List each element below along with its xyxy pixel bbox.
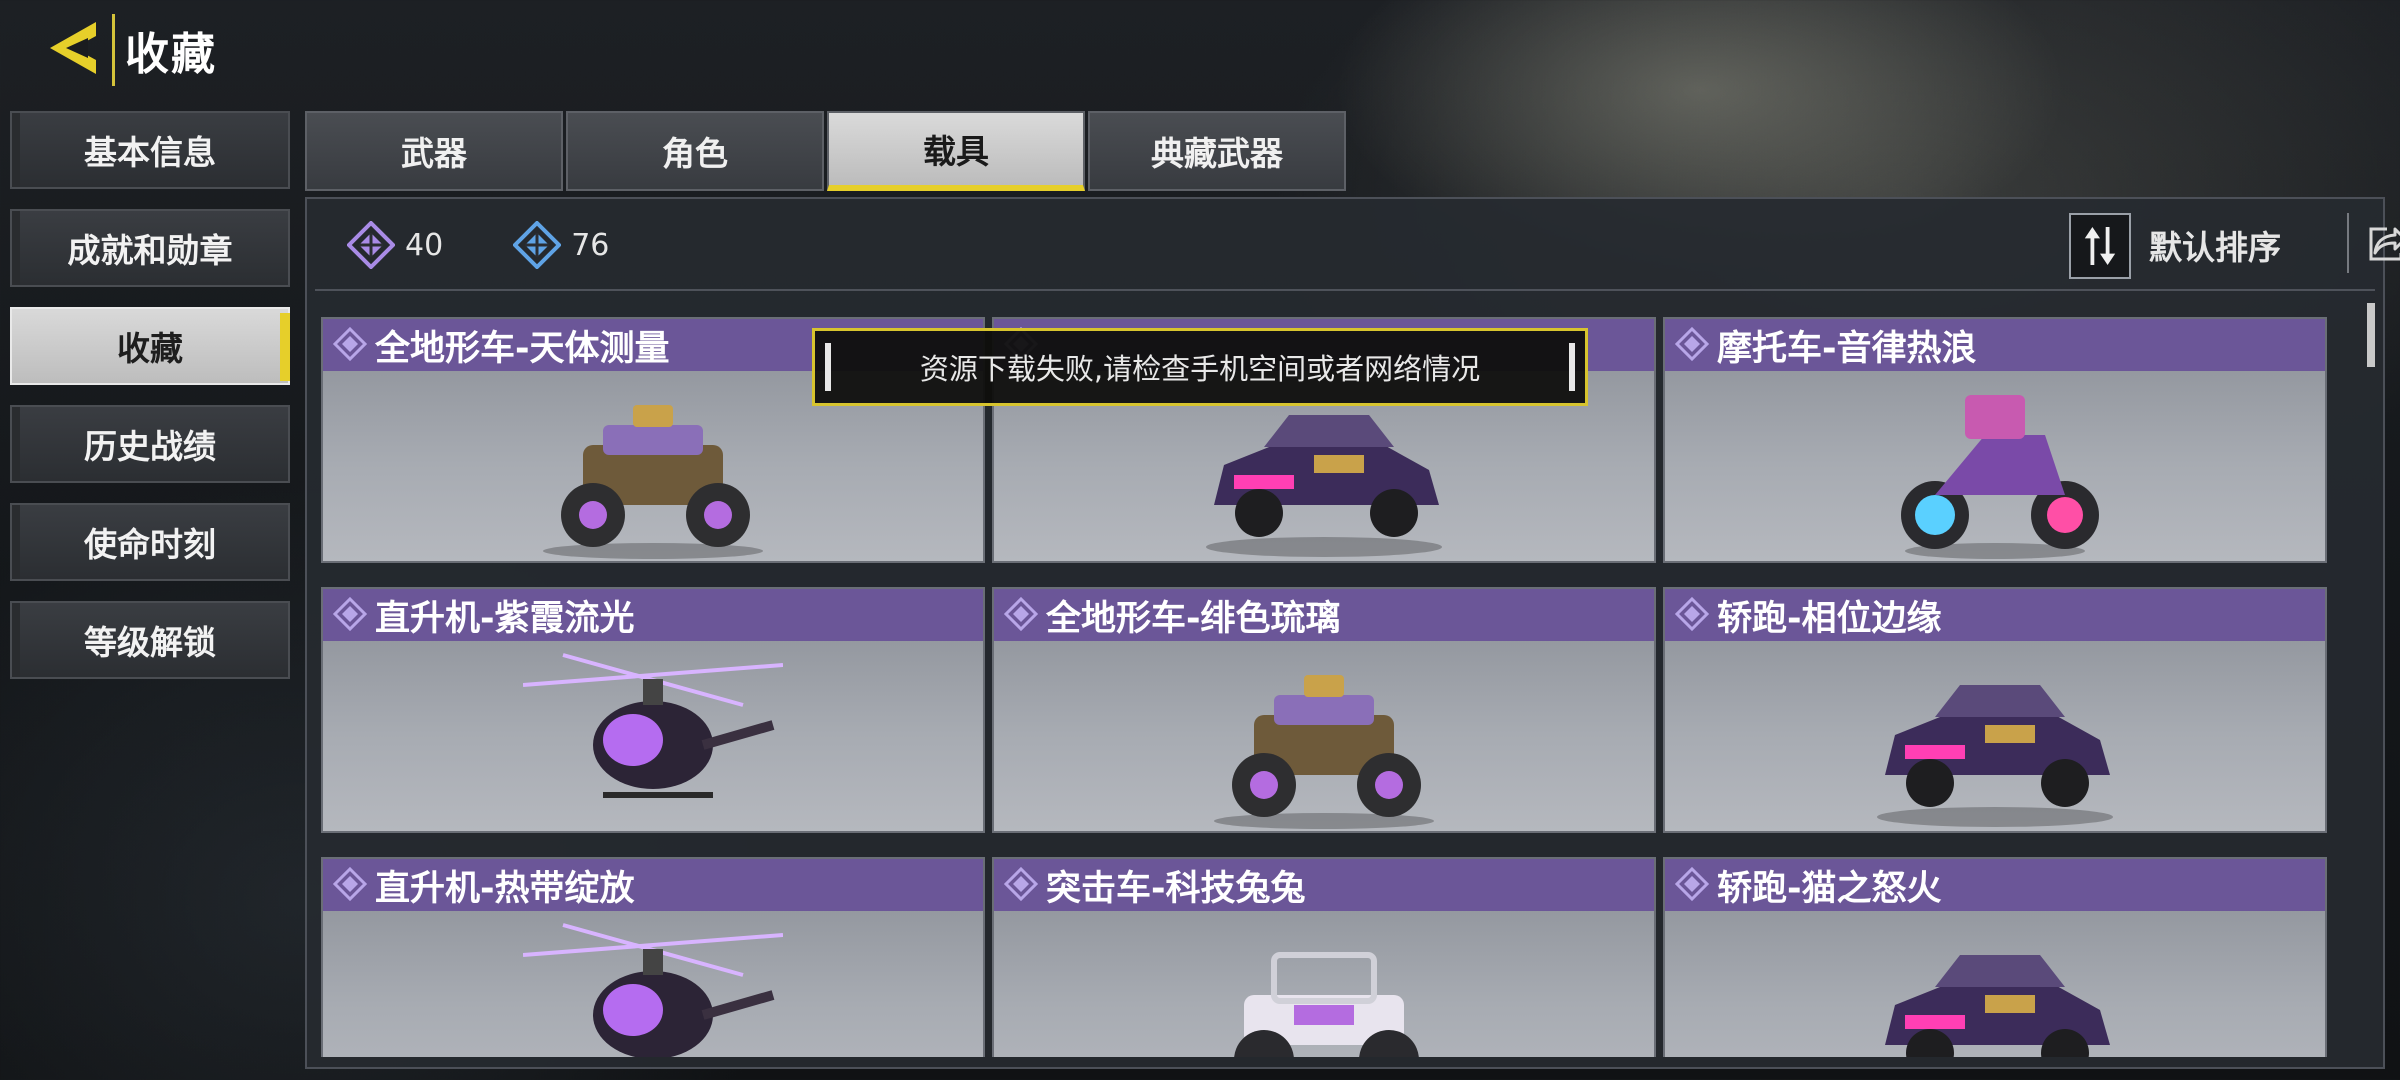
toast-left-bracket: [825, 343, 831, 391]
rarity-counts: 40 76: [347, 221, 679, 269]
sidebar-item-edge: [12, 407, 20, 481]
sort-button[interactable]: [2069, 213, 2131, 279]
sidebar-item-label: 基本信息: [84, 133, 216, 172]
rarity-diamond-icon: [1004, 867, 1038, 901]
share-icon[interactable]: [2365, 221, 2400, 265]
vehicle-card-header: 轿跑-相位边缘: [1665, 589, 2325, 641]
sidebar-item-4[interactable]: 使命时刻: [10, 503, 290, 581]
sidebar-item-label: 成就和勋章: [67, 231, 233, 270]
purple-diamond-icon: [347, 221, 395, 269]
purple-count-value: 40: [405, 227, 444, 263]
rarity-diamond-icon: [1675, 327, 1709, 361]
vehicle-grid: 全地形车-天体测量 摩托车-音律热浪直升机-紫霞流光 全地形车-绯色琉璃 轿跑-相位边…: [321, 317, 2356, 1057]
chevron-left-icon: [50, 22, 96, 74]
rarity-diamond-icon: [333, 597, 367, 631]
vehicle-name: 直升机-热带绽放: [375, 868, 635, 909]
sidebar-item-label: 使命时刻: [84, 525, 216, 564]
tab-label: 载具: [923, 132, 989, 171]
toast-right-bracket: [1569, 343, 1575, 391]
page-title: 收藏: [112, 14, 227, 86]
sidebar-item-3[interactable]: 历史战绩: [10, 405, 290, 483]
sidebar-item-edge: [12, 113, 20, 187]
vehicle-image: [522, 645, 784, 831]
vehicle-card-header: 轿跑-猫之怒火: [1665, 859, 2325, 911]
vehicle-name: 轿跑-猫之怒火: [1717, 868, 1942, 909]
vehicle-image: [523, 375, 783, 561]
sidebar-item-label: 历史战绩: [84, 427, 216, 466]
vehicle-name: 全地形车-天体测量: [375, 328, 670, 369]
sidebar-item-0[interactable]: 基本信息: [10, 111, 290, 189]
vehicle-image: [1194, 915, 1454, 1057]
rarity-diamond-icon: [333, 867, 367, 901]
rarity-diamond-icon: [1004, 597, 1038, 631]
vehicle-name: 轿跑-相位边缘: [1717, 598, 1942, 639]
vehicle-card-header: 全地形车-绯色琉璃: [994, 589, 1654, 641]
blue-diamond-icon: [513, 221, 562, 269]
vehicle-image: [1865, 375, 2125, 561]
vehicle-card[interactable]: 全地形车-绯色琉璃: [992, 587, 1656, 833]
tab-label: 角色: [662, 134, 728, 173]
purple-count: 40: [347, 221, 443, 269]
vehicle-image: [522, 915, 784, 1057]
vehicle-name: 全地形车-绯色琉璃: [1046, 598, 1341, 639]
vehicle-card-header: 突击车-科技兔兔: [994, 859, 1654, 911]
vehicle-image: [1865, 645, 2125, 831]
sidebar-item-label: 收藏: [117, 329, 183, 368]
rarity-diamond-icon: [1675, 597, 1709, 631]
vehicle-card-header: 直升机-紫霞流光: [323, 589, 983, 641]
vehicle-card[interactable]: 直升机-热带绽放: [321, 857, 985, 1057]
tab-1[interactable]: 角色: [566, 111, 824, 191]
vehicle-card-header: 直升机-热带绽放: [323, 859, 983, 911]
vehicle-card[interactable]: 直升机-紫霞流光: [321, 587, 985, 833]
vehicle-image: [1194, 645, 1454, 831]
sidebar-item-edge: [12, 211, 20, 285]
sidebar-item-5[interactable]: 等级解锁: [10, 601, 290, 679]
sidebar-item-2[interactable]: 收藏: [10, 307, 290, 385]
tab-label: 典藏武器: [1151, 134, 1283, 173]
divider: [2347, 213, 2349, 273]
vehicle-card-header: 摩托车-音律热浪: [1665, 319, 2325, 371]
sidebar-item-label: 等级解锁: [84, 623, 216, 662]
blue-count-value: 76: [571, 227, 610, 263]
tab-0[interactable]: 武器: [305, 111, 563, 191]
sort-arrows-icon: [2084, 227, 2116, 265]
header-divider: [315, 289, 2375, 291]
sidebar-item-edge: [12, 603, 20, 677]
vehicle-name: 摩托车-音律热浪: [1717, 328, 1977, 369]
vehicle-card[interactable]: 摩托车-音律热浪: [1663, 317, 2327, 563]
rarity-diamond-icon: [1675, 867, 1709, 901]
vehicle-card[interactable]: 轿跑-猫之怒火: [1663, 857, 2327, 1057]
vehicle-name: 直升机-紫霞流光: [375, 598, 635, 639]
vehicle-image: [1865, 915, 2125, 1057]
toast-message: 资源下载失败,请检查手机空间或者网络情况: [919, 352, 1481, 386]
vehicle-name: 突击车-科技兔兔: [1046, 868, 1306, 909]
tab-2[interactable]: 载具: [827, 111, 1085, 191]
tab-label: 武器: [401, 134, 467, 173]
vehicle-card[interactable]: 轿跑-相位边缘: [1663, 587, 2327, 833]
rarity-diamond-icon: [333, 327, 367, 361]
error-toast: 资源下载失败,请检查手机空间或者网络情况: [812, 328, 1588, 406]
scrollbar[interactable]: [2367, 303, 2375, 367]
back-button[interactable]: [44, 18, 104, 78]
blue-count: 76: [513, 221, 609, 269]
sidebar-item-1[interactable]: 成就和勋章: [10, 209, 290, 287]
vehicle-card[interactable]: 突击车-科技兔兔: [992, 857, 1656, 1057]
sidebar-item-edge: [12, 505, 20, 579]
sort-label[interactable]: 默认排序: [2149, 221, 2281, 269]
tab-3[interactable]: 典藏武器: [1088, 111, 1346, 191]
